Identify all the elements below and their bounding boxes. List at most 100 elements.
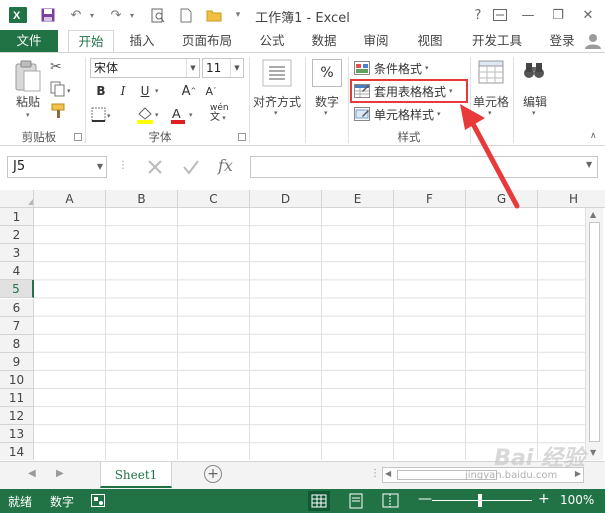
clipboard-launcher-icon[interactable] [74,133,82,141]
row-header[interactable]: 3 [0,244,34,263]
underline-button[interactable]: U [134,81,156,101]
paste-button[interactable]: 粘贴 [8,93,48,110]
alignment-button[interactable]: 对齐方式 [251,93,303,110]
row-header[interactable]: 12 [0,407,34,426]
font-launcher-icon[interactable] [238,133,246,141]
close-button[interactable]: ✕ [578,5,598,25]
cell-styles-button[interactable]: 单元格样式 ▾ [354,104,441,124]
format-painter-icon[interactable] [50,103,68,119]
minimize-button[interactable]: — [518,5,538,25]
prev-sheet-icon[interactable]: ◀ [28,468,36,479]
name-box-value: J5 [13,159,26,174]
zoom-level[interactable]: 100% [560,493,594,507]
grow-font-button[interactable]: A ^ [178,81,200,101]
tab-home[interactable]: 开始 [68,30,114,53]
paste-dropdown-icon[interactable]: ▾ [26,111,30,119]
page-layout-view-icon[interactable] [348,493,366,509]
zoom-slider[interactable] [432,500,532,501]
expand-formula-bar-icon[interactable]: ▼ [586,160,592,169]
ribbon-display-icon[interactable] [490,5,510,25]
column-header[interactable]: B [106,190,178,208]
copy-icon[interactable]: ▾ [50,81,74,97]
tab-file[interactable]: 文件 [0,30,58,52]
add-sheet-button[interactable]: + [204,465,222,483]
row-header[interactable]: 11 [0,389,34,407]
help-button[interactable]: ? [468,5,488,25]
font-color-icon[interactable]: A ▾ [168,105,198,125]
row-header[interactable]: 10 [0,370,34,389]
status-bar: 就绪 数字 — + 100% [0,489,605,513]
restore-button[interactable]: ❐ [548,5,568,25]
font-size-combobox[interactable]: 11 ▼ [202,58,244,78]
phonetic-guide-button[interactable]: wén 文 ▾ [210,103,240,125]
cells-icon[interactable] [478,59,504,87]
row-header[interactable]: 2 [0,226,34,245]
separator [249,57,250,143]
bold-button[interactable]: B [90,81,112,101]
conditional-formatting-button[interactable]: 条件格式 ▾ [354,58,429,78]
italic-button[interactable]: I [112,81,134,101]
column-header[interactable]: D [250,190,322,208]
tab-formulas[interactable]: 公式 [252,30,292,52]
column-header[interactable]: C [178,190,250,208]
row-header[interactable]: 7 [0,316,34,335]
tab-page-layout[interactable]: 页面布局 [176,30,238,52]
macro-record-icon[interactable] [91,494,105,507]
row-header[interactable]: 13 [0,425,34,444]
font-name-combobox[interactable]: 宋体 ▼ [90,58,200,78]
scroll-down-icon[interactable]: ▼ [590,448,596,457]
row-header[interactable]: 1 [0,208,34,226]
number-format-button[interactable]: % [312,59,342,87]
vertical-scrollbar[interactable]: ▲ ▼ [585,208,603,460]
paste-icon[interactable] [12,59,44,93]
row-header[interactable]: 4 [0,262,34,281]
editing-dropdown-icon[interactable]: ▾ [532,109,536,117]
name-box[interactable]: J5 ▼ [7,156,107,178]
cancel-icon[interactable] [146,158,164,176]
sheet-tab-sheet1[interactable]: Sheet1 [100,462,172,488]
conditional-formatting-icon [354,61,370,75]
zoom-out-icon[interactable]: — [418,491,432,507]
tab-view[interactable]: 视图 [410,30,450,52]
tab-insert[interactable]: 插入 [122,30,162,52]
chevron-down-icon[interactable]: ▼ [186,59,199,77]
chevron-down-icon[interactable]: ▼ [97,157,103,177]
fill-color-icon[interactable]: ▾ [134,105,164,125]
user-avatar-icon[interactable] [584,33,602,49]
tab-review[interactable]: 审阅 [356,30,396,52]
zoom-in-icon[interactable]: + [538,491,550,507]
insert-function-button[interactable]: fx [218,156,233,175]
tab-developer[interactable]: 开发工具 [466,30,528,52]
next-sheet-icon[interactable]: ▶ [56,468,64,479]
column-header[interactable]: H [538,190,605,208]
select-all-corner[interactable] [0,190,34,208]
scroll-thumb[interactable] [589,222,600,442]
alignment-icon[interactable] [262,59,292,87]
collapse-ribbon-icon[interactable]: ∧ [590,131,597,141]
tab-data[interactable]: 数据 [304,30,344,52]
worksheet-grid[interactable]: ABCDEFGH 1 2 3 4 5 6 7 8 9 10 11 12 13 14 ▲ ▼ [0,186,605,460]
scroll-left-icon[interactable]: ◀ [385,469,391,478]
page-break-view-icon[interactable] [382,493,400,509]
column-header[interactable]: A [34,190,106,208]
binoculars-icon[interactable] [522,59,546,87]
cut-icon[interactable]: ✂ [50,59,68,75]
row-header[interactable]: 6 [0,298,34,317]
underline-dropdown-icon[interactable]: ▾ [155,87,159,95]
column-header[interactable]: E [322,190,394,208]
login-link[interactable]: 登录 [544,30,580,52]
number-dropdown-icon[interactable]: ▾ [324,109,328,117]
zoom-slider-thumb[interactable] [478,494,482,507]
enter-icon[interactable] [182,158,200,176]
borders-icon[interactable]: ▾ [90,105,114,125]
row-header[interactable]: 5 [0,280,34,299]
scroll-up-icon[interactable]: ▲ [590,210,596,219]
row-header[interactable]: 14 [0,443,34,460]
row-header[interactable]: 8 [0,334,34,353]
shrink-font-button[interactable]: Aˇ [200,81,222,101]
row-header[interactable]: 9 [0,352,34,371]
formula-input[interactable] [250,156,598,178]
alignment-dropdown-icon[interactable]: ▾ [274,109,278,117]
normal-view-icon[interactable] [308,491,330,511]
chevron-down-icon[interactable]: ▼ [230,59,243,77]
